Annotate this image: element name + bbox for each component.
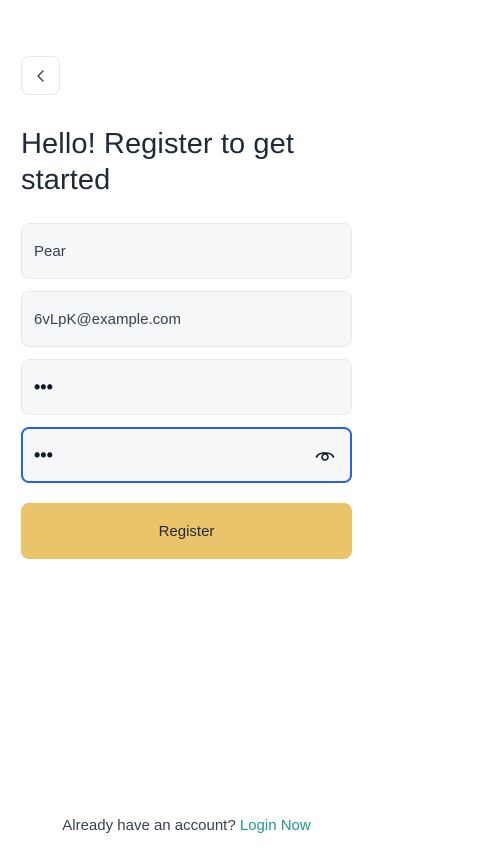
login-prompt-text: Already have an account?: [62, 817, 240, 834]
chevron-left-icon: [35, 69, 47, 83]
register-button[interactable]: Register: [21, 503, 352, 559]
login-now-link[interactable]: Login Now: [240, 817, 311, 834]
eye-icon[interactable]: [314, 444, 336, 466]
username-input[interactable]: [34, 242, 339, 260]
email-input[interactable]: [34, 310, 339, 328]
password-field[interactable]: [21, 359, 352, 415]
confirm-password-input[interactable]: [34, 444, 314, 466]
register-screen: Hello! Register to get started Register …: [0, 0, 492, 864]
email-field[interactable]: [21, 291, 352, 347]
password-input[interactable]: [34, 376, 339, 398]
page-title: Hello! Register to get started: [21, 128, 294, 196]
confirm-password-field[interactable]: [21, 427, 352, 483]
back-button[interactable]: [21, 56, 60, 95]
username-field[interactable]: [21, 223, 352, 279]
login-prompt: Already have an account? Login Now: [0, 817, 373, 834]
